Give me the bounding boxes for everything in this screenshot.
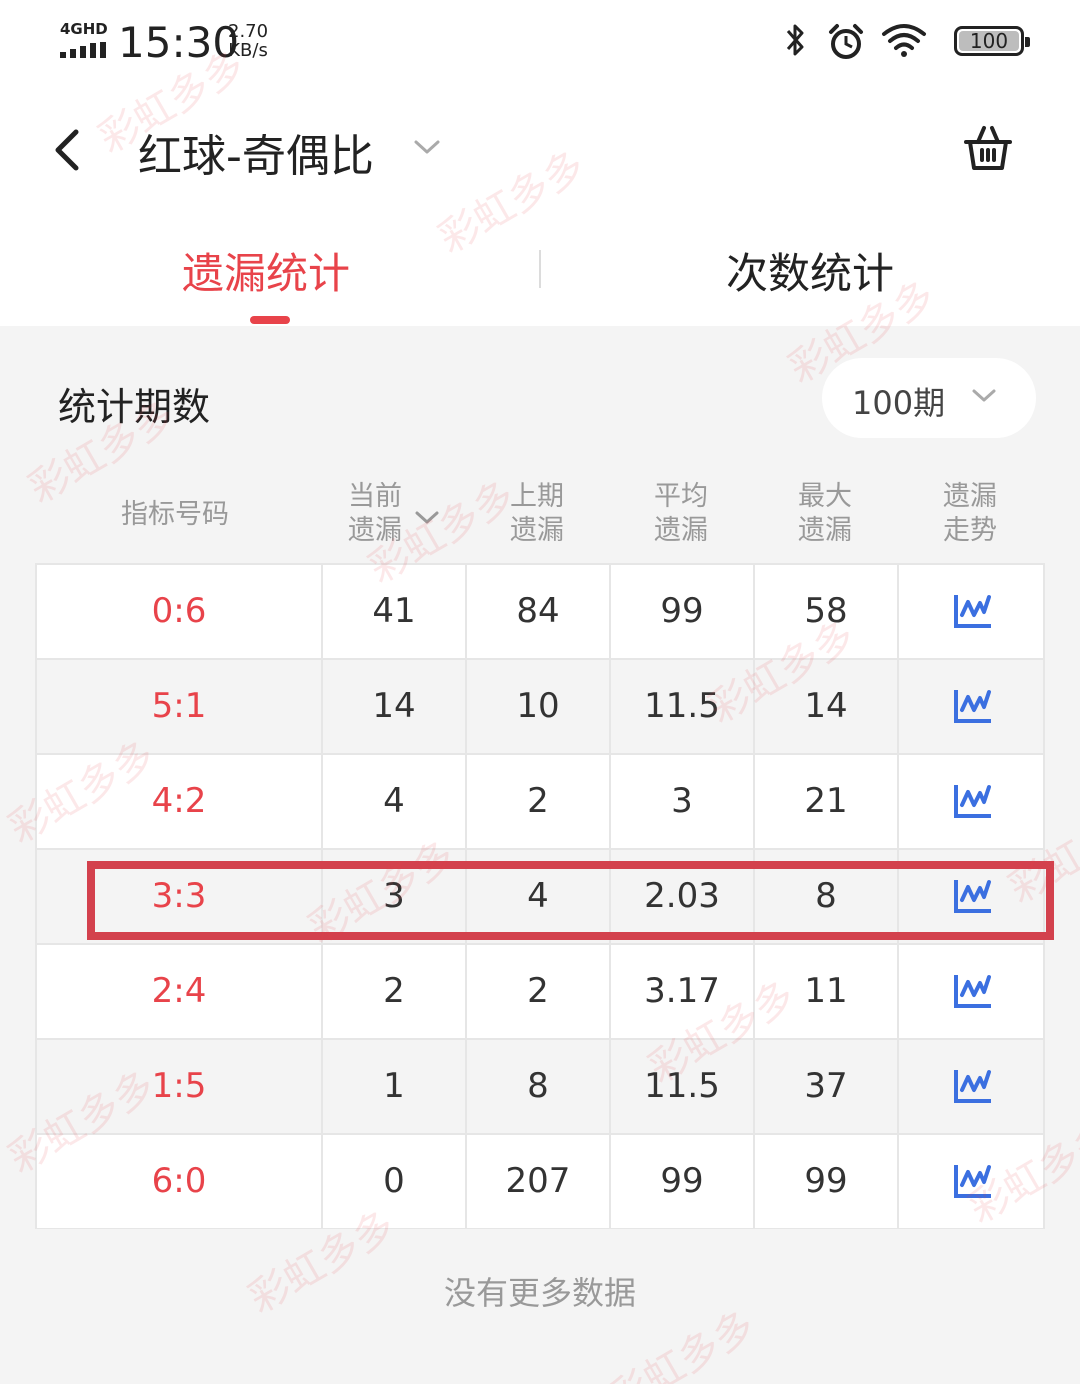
app-header: 红球-奇偶比 [0, 96, 1080, 206]
table-row: 2:4 2 2 3.17 11 [37, 945, 1043, 1038]
cell-current: 4 [323, 755, 465, 848]
cell-current: 0 [323, 1135, 465, 1228]
header-current[interactable]: 当前 遗漏 [348, 480, 402, 548]
tab-omission-stats[interactable]: 遗漏统计 [182, 240, 350, 301]
cell-code: 4:2 [37, 755, 321, 848]
no-more-data: 没有更多数据 [443, 1274, 636, 1312]
table-row: 0:6 41 84 99 58 [37, 565, 1043, 658]
cell-average: 11.5 [611, 1040, 753, 1133]
cell-code: 2:4 [37, 945, 321, 1038]
period-label: 统计期数 [58, 385, 211, 429]
trend-chart-icon[interactable] [953, 593, 993, 629]
cell-previous: 2 [467, 755, 609, 848]
cell-average: 99 [611, 565, 753, 658]
cell-code: 5:1 [37, 660, 321, 753]
trend-chart-icon[interactable] [953, 973, 993, 1009]
cell-code: 1:5 [37, 1040, 321, 1133]
signal-icon: 4GHD [60, 20, 108, 60]
header-trend: 遗漏 走势 [943, 481, 997, 546]
cell-previous: 207 [467, 1135, 609, 1228]
table-row: 6:0 0 207 99 99 [37, 1135, 1043, 1228]
cell-current: 14 [323, 660, 465, 753]
table-row: 4:2 4 2 3 21 [37, 755, 1043, 848]
trend-chart-icon[interactable] [953, 783, 993, 819]
cell-trend[interactable] [899, 945, 1043, 1038]
cell-average: 99 [611, 1135, 753, 1228]
basket-icon[interactable] [962, 122, 1014, 174]
header-code: 指标号码 [121, 499, 229, 530]
network-speed-value: 2.70 [228, 21, 269, 42]
active-tab-indicator [250, 316, 290, 324]
highlight-box [87, 861, 1054, 940]
tab-bar: 遗漏统计 次数统计 [0, 210, 1080, 326]
battery-level: 100 [969, 29, 1009, 53]
network-type: 4GHD [60, 20, 108, 38]
trend-chart-icon[interactable] [953, 1163, 993, 1199]
cell-trend[interactable] [899, 1135, 1043, 1228]
cell-trend[interactable] [899, 565, 1043, 658]
cell-trend[interactable] [899, 755, 1043, 848]
table-row: 1:5 1 8 11.5 37 [37, 1040, 1043, 1133]
cell-code: 6:0 [37, 1135, 321, 1228]
cell-code: 0:6 [37, 565, 321, 658]
tab-count-stats[interactable]: 次数统计 [726, 240, 894, 301]
cell-max: 11 [755, 945, 897, 1038]
cell-current: 41 [323, 565, 465, 658]
alarm-icon [829, 24, 863, 59]
cell-max: 58 [755, 565, 897, 658]
cell-current: 2 [323, 945, 465, 1038]
cell-trend[interactable] [899, 1040, 1043, 1133]
cell-max: 21 [755, 755, 897, 848]
cell-previous: 8 [467, 1040, 609, 1133]
status-time: 15:30 [118, 18, 240, 67]
network-speed: 2.70 KB/s [228, 22, 268, 60]
cell-average: 3 [611, 755, 753, 848]
stats-content: 统计期数 100期 指标号码 当前 遗漏 上期 遗漏 平均 遗漏 最大 遗漏 遗漏 走势 … [0, 326, 1080, 1384]
period-select[interactable]: 100期 [822, 358, 1036, 438]
cell-previous: 84 [467, 565, 609, 658]
trend-chart-icon[interactable] [953, 688, 993, 724]
cell-max: 14 [755, 660, 897, 753]
sort-chevron-icon[interactable] [413, 508, 441, 528]
table-row: 5:1 14 10 11.5 14 [37, 660, 1043, 753]
chevron-down-icon [972, 389, 996, 402]
header-previous: 上期 遗漏 [510, 481, 564, 546]
battery-icon: 100 [954, 26, 1030, 56]
cell-trend[interactable] [899, 660, 1043, 753]
header-average: 平均 遗漏 [654, 481, 708, 546]
cell-current: 1 [323, 1040, 465, 1133]
cell-max: 99 [755, 1135, 897, 1228]
status-bar: 4GHD 15:30 2.70 KB/s 100 [0, 0, 1080, 90]
tab-divider [539, 250, 541, 288]
chevron-down-icon[interactable] [412, 136, 442, 158]
trend-chart-icon[interactable] [953, 1068, 993, 1104]
page-title[interactable]: 红球-奇偶比 [138, 120, 374, 184]
bluetooth-icon [786, 24, 804, 56]
period-value: 100期 [852, 384, 946, 422]
cell-average: 3.17 [611, 945, 753, 1038]
network-speed-unit: KB/s [228, 40, 268, 61]
cell-average: 11.5 [611, 660, 753, 753]
back-icon[interactable] [44, 124, 94, 176]
cell-previous: 2 [467, 945, 609, 1038]
cell-max: 37 [755, 1040, 897, 1133]
cell-previous: 10 [467, 660, 609, 753]
header-max: 最大 遗漏 [798, 481, 852, 546]
wifi-icon [882, 24, 926, 57]
